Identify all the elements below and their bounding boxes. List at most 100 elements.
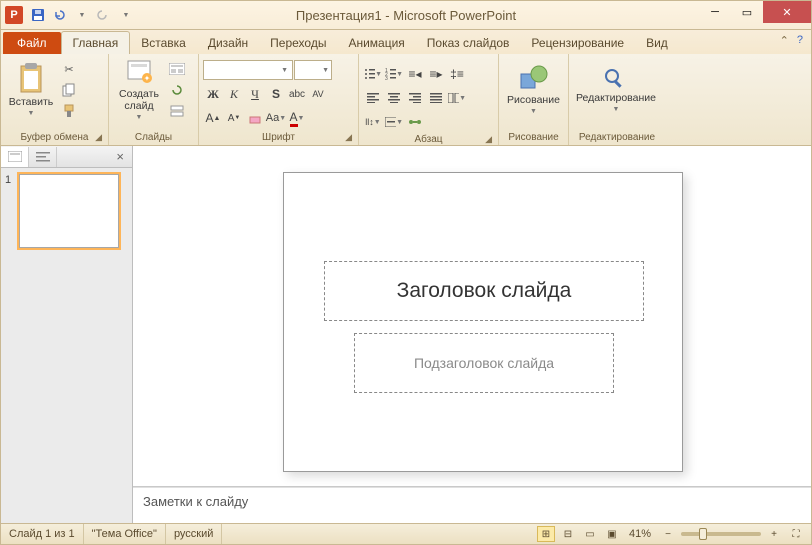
tab-animation[interactable]: Анимация (337, 32, 415, 54)
bold-icon[interactable]: Ж (203, 84, 223, 104)
undo-icon[interactable] (51, 6, 69, 24)
svg-text:3: 3 (385, 76, 388, 80)
tab-view[interactable]: Вид (635, 32, 679, 54)
underline-icon[interactable]: Ч (245, 84, 265, 104)
find-icon (602, 66, 630, 90)
new-slide-button[interactable]: ✦ Создать слайд ▼ (113, 56, 165, 122)
title-placeholder[interactable]: Заголовок слайда (324, 261, 644, 321)
zoom-in-icon[interactable]: + (765, 526, 783, 542)
justify-icon[interactable] (426, 88, 446, 108)
clipboard-icon (17, 62, 45, 94)
notes-pane[interactable]: Заметки к слайду (133, 487, 811, 523)
font-family-combo[interactable]: ▼ (203, 60, 293, 80)
reading-view-icon[interactable]: ▭ (581, 526, 599, 542)
font-color-icon[interactable]: A▼ (287, 108, 307, 128)
drawing-button[interactable]: Рисование ▼ (503, 56, 564, 122)
cut-icon[interactable]: ✂ (59, 60, 79, 78)
subtitle-placeholder[interactable]: Подзаголовок слайда (354, 333, 614, 393)
minimize-button[interactable]: ─ (699, 1, 731, 23)
slideshow-view-icon[interactable]: ▣ (603, 526, 621, 542)
shapes-icon (519, 64, 549, 92)
text-direction-icon[interactable]: ll↕▼ (363, 112, 383, 132)
status-language[interactable]: русский (166, 524, 222, 544)
group-font: ▼ ▼ Ж К Ч S abc AV A▲ A▼ Aa▼ A▼ Шрифт◢ (199, 54, 359, 145)
editing-button[interactable]: Редактирование ▼ (573, 56, 659, 122)
copy-icon[interactable] (59, 81, 79, 99)
reset-icon[interactable] (167, 81, 187, 99)
thumbnails-tab[interactable] (1, 147, 29, 167)
paragraph-launcher-icon[interactable]: ◢ (485, 134, 492, 145)
zoom-slider-thumb[interactable] (699, 528, 707, 540)
window-controls: ─ ▭ ✕ (699, 1, 811, 23)
title-bar: P ▼ ▼ Презентация1 - Microsoft PowerPoin… (0, 0, 812, 30)
slide-thumbnail[interactable] (19, 174, 119, 248)
work-area: × 1 Заголовок слайда Подзаголовок слайда… (0, 146, 812, 523)
align-left-icon[interactable] (363, 88, 383, 108)
maximize-button[interactable]: ▭ (731, 1, 763, 23)
shadow-icon[interactable]: abc (287, 84, 307, 104)
zoom-level[interactable]: 41% (629, 528, 651, 540)
italic-icon[interactable]: К (224, 84, 244, 104)
tab-transitions[interactable]: Переходы (259, 32, 337, 54)
tab-home[interactable]: Главная (61, 31, 131, 54)
save-icon[interactable] (29, 6, 47, 24)
format-painter-icon[interactable] (59, 102, 79, 120)
new-slide-label: Создать слайд (119, 88, 159, 112)
normal-view-icon[interactable]: ⊞ (537, 526, 555, 542)
zoom-out-icon[interactable]: − (659, 526, 677, 542)
editor-panel: Заголовок слайда Подзаголовок слайда Зам… (133, 146, 811, 523)
new-slide-icon: ✦ (125, 58, 153, 86)
columns-icon[interactable]: ▼ (447, 88, 467, 108)
ribbon: Вставить ▼ ✂ Буфер обмена ◢ ✦ Создать сла… (0, 54, 812, 146)
shrink-font-icon[interactable]: A▼ (224, 108, 244, 128)
tab-review[interactable]: Рецензирование (520, 32, 635, 54)
char-spacing-icon[interactable]: AV (308, 84, 328, 104)
slide-canvas-area[interactable]: Заголовок слайда Подзаголовок слайда (133, 146, 811, 487)
group-drawing-label: Рисование (508, 132, 558, 143)
tab-slideshow[interactable]: Показ слайдов (416, 32, 521, 54)
decrease-indent-icon[interactable]: ≡◂ (405, 64, 425, 84)
line-spacing-icon[interactable]: ‡≡ (447, 64, 467, 84)
strike-icon[interactable]: S (266, 84, 286, 104)
bullets-icon[interactable]: ▼ (363, 64, 383, 84)
clipboard-launcher-icon[interactable]: ◢ (95, 132, 102, 143)
increase-indent-icon[interactable]: ≡▸ (426, 64, 446, 84)
fit-window-icon[interactable]: ⛶ (787, 526, 805, 542)
qat-customize-icon[interactable]: ▼ (117, 6, 135, 24)
panel-close-icon[interactable]: × (108, 149, 132, 164)
group-slides: ✦ Создать слайд ▼ Слайды (109, 54, 199, 145)
font-launcher-icon[interactable]: ◢ (345, 132, 352, 143)
change-case-icon[interactable]: Aa▼ (266, 108, 286, 128)
redo-icon[interactable] (95, 6, 113, 24)
outline-tab[interactable] (29, 147, 57, 167)
align-text-icon[interactable]: ▼ (384, 112, 404, 132)
sorter-view-icon[interactable]: ⊟ (559, 526, 577, 542)
tab-design[interactable]: Дизайн (197, 32, 259, 54)
align-center-icon[interactable] (384, 88, 404, 108)
minimize-ribbon-icon[interactable]: ⌃ (780, 34, 789, 47)
help-icon[interactable]: ? (797, 34, 803, 47)
close-button[interactable]: ✕ (763, 1, 811, 23)
align-right-icon[interactable] (405, 88, 425, 108)
slide[interactable]: Заголовок слайда Подзаголовок слайда (283, 172, 683, 472)
font-size-combo[interactable]: ▼ (294, 60, 332, 80)
paste-button[interactable]: Вставить ▼ (5, 56, 57, 122)
notes-placeholder-text: Заметки к слайду (143, 494, 248, 509)
tab-file[interactable]: Файл (3, 32, 61, 54)
clear-format-icon[interactable] (245, 108, 265, 128)
group-paragraph-label: Абзац (414, 134, 442, 145)
paste-label: Вставить (9, 96, 54, 108)
group-slides-label: Слайды (135, 132, 172, 143)
status-theme: "Тема Office" (84, 524, 166, 544)
panel-tabs: × (1, 146, 132, 168)
grow-font-icon[interactable]: A▲ (203, 108, 223, 128)
layout-icon[interactable] (167, 60, 187, 78)
section-icon[interactable] (167, 102, 187, 120)
ribbon-tabs: Файл Главная Вставка Дизайн Переходы Ани… (0, 30, 812, 54)
undo-dropdown-icon[interactable]: ▼ (73, 6, 91, 24)
zoom-slider[interactable] (681, 532, 761, 536)
smartart-icon[interactable] (405, 112, 425, 132)
numbering-icon[interactable]: 123▼ (384, 64, 404, 84)
tab-insert[interactable]: Вставка (130, 32, 197, 54)
group-clipboard-label: Буфер обмена (21, 132, 89, 143)
